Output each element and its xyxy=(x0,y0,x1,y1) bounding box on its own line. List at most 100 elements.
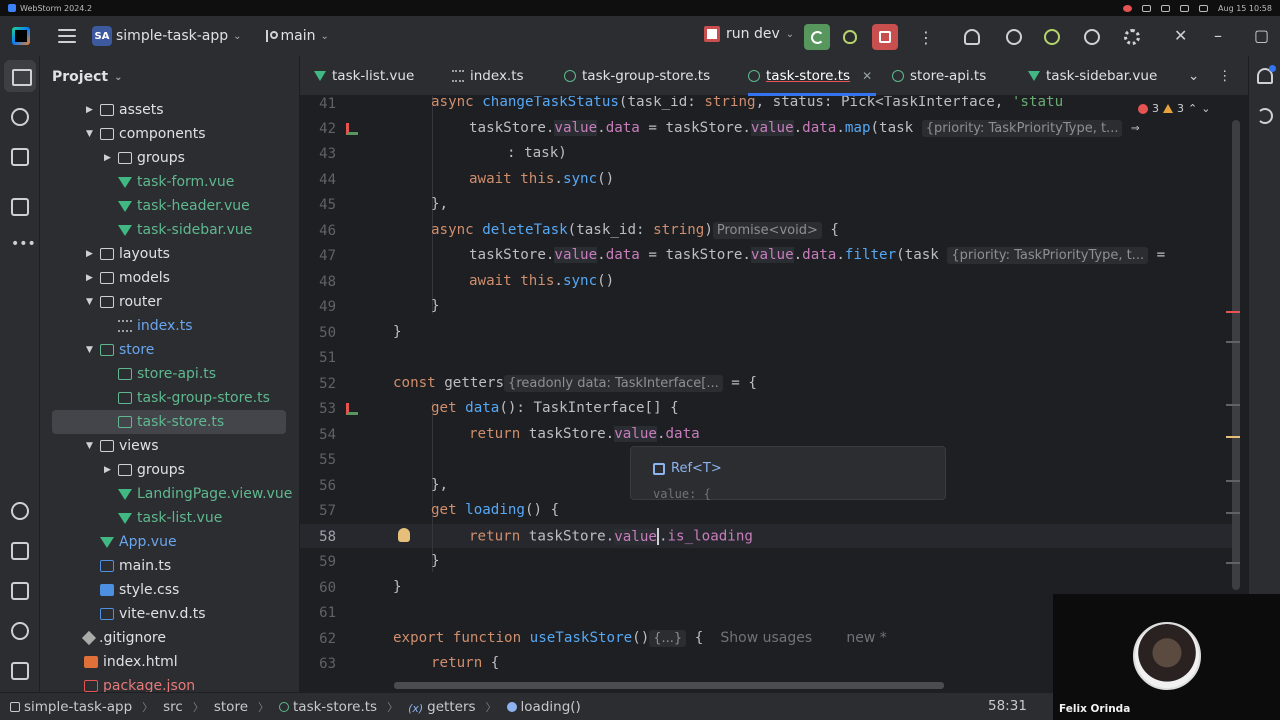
project-badge[interactable]: SA xyxy=(92,26,112,46)
breadcrumb-item[interactable]: loading() xyxy=(521,699,581,715)
tree-file[interactable]: package.json xyxy=(40,674,288,692)
tree-file[interactable]: main.ts xyxy=(40,554,288,578)
close-tab-icon[interactable]: ✕ xyxy=(862,69,872,83)
record-icon[interactable] xyxy=(1123,4,1133,12)
tab-index-ts[interactable]: index.ts xyxy=(452,56,524,96)
inlay-hint[interactable]: {readonly data: TaskInterface[... xyxy=(504,375,723,392)
expand-arrow-icon[interactable]: ▶ xyxy=(86,273,96,283)
inlay-hint[interactable]: {priority: TaskPriorityType, t... xyxy=(921,120,1123,137)
tab-store-api[interactable]: store-api.ts xyxy=(892,56,986,96)
more-actions-icon[interactable]: ⋮ xyxy=(918,28,934,47)
tree-file[interactable]: .gitignore xyxy=(40,626,288,650)
pull-requests-icon[interactable] xyxy=(11,148,29,166)
branch-switcher[interactable]: main ⌄ xyxy=(264,28,329,44)
tree-file[interactable]: LandingPage.view.vue xyxy=(40,482,292,506)
completion-item[interactable]: Ref<T> xyxy=(653,461,722,476)
expand-arrow-icon[interactable]: ▶ xyxy=(86,249,96,259)
close-window-icon[interactable]: ✕ xyxy=(1174,26,1187,45)
tree-file[interactable]: index.html xyxy=(40,650,288,674)
inlay-hint[interactable]: Promise<void> xyxy=(712,222,822,239)
collapse-arrow-icon[interactable]: ▼ xyxy=(86,297,96,307)
problems-icon[interactable] xyxy=(11,622,29,640)
hamburger-menu-icon[interactable] xyxy=(58,29,76,43)
code-with-me-icon[interactable] xyxy=(964,29,980,45)
more-tools-icon[interactable]: ••• xyxy=(11,236,36,252)
breadcrumb-item[interactable]: task-store.ts xyxy=(293,699,377,715)
tree-file[interactable]: task-header.vue xyxy=(40,194,288,218)
breadcrumb-item[interactable]: store xyxy=(214,699,248,715)
terminal-icon[interactable] xyxy=(11,582,29,600)
ai-chat-icon[interactable] xyxy=(1257,108,1273,124)
expand-arrow-icon[interactable]: ▶ xyxy=(104,153,114,163)
inlay-hint[interactable]: {priority: TaskPriorityType, t... xyxy=(947,247,1149,264)
run-config-selector[interactable]: run dev ⌄ xyxy=(704,26,794,42)
tree-file[interactable]: style.css xyxy=(40,578,288,602)
structure-icon[interactable] xyxy=(11,198,29,216)
cursor-position[interactable]: 58:31 xyxy=(988,698,1027,714)
tree-file[interactable]: vite-env.d.ts xyxy=(40,602,288,626)
git-icon[interactable] xyxy=(11,662,29,680)
services-icon[interactable] xyxy=(11,502,29,520)
search-icon[interactable] xyxy=(1084,29,1100,45)
monitor-icon[interactable] xyxy=(1142,4,1152,12)
project-switcher[interactable]: simple-task-app ⌄ xyxy=(116,28,242,44)
warning-stripe-mark[interactable] xyxy=(1226,436,1240,438)
tree-folder[interactable]: ▶ groups xyxy=(40,146,288,170)
ai-assistant-icon[interactable] xyxy=(1006,29,1022,45)
tree-folder[interactable]: ▼ router xyxy=(40,290,288,314)
project-panel-header[interactable]: Project ⌄ xyxy=(40,56,299,98)
tab-task-group-store[interactable]: task-group-store.ts xyxy=(564,56,710,96)
tabs-more-icon[interactable]: ⋮ xyxy=(1218,56,1232,96)
tree-folder[interactable]: ▼ views xyxy=(40,434,288,458)
breadcrumb-item[interactable]: simple-task-app xyxy=(24,699,132,715)
stripe-mark[interactable] xyxy=(1226,341,1240,343)
notifications-icon[interactable] xyxy=(1257,65,1276,84)
project-tool-icon[interactable] xyxy=(4,60,36,92)
debug-icon[interactable] xyxy=(843,30,857,44)
os-clock[interactable]: Aug 15 10:58 xyxy=(1218,4,1272,13)
tree-folder[interactable]: ▼ store xyxy=(40,338,288,362)
chevron-up-icon[interactable]: ⌃ xyxy=(1188,102,1197,115)
expand-arrow-icon[interactable]: ▶ xyxy=(104,465,114,475)
tree-file[interactable]: task-form.vue xyxy=(40,170,288,194)
inspection-widget[interactable]: 3 3 ⌃ ⌄ xyxy=(1138,102,1210,115)
show-usages-link[interactable]: Show usages xyxy=(720,630,812,646)
inlay-hint[interactable]: {...} xyxy=(649,630,687,647)
collapse-arrow-icon[interactable]: ▼ xyxy=(86,129,96,139)
tree-file[interactable]: store-api.ts xyxy=(40,362,288,386)
battery-icon[interactable] xyxy=(1199,4,1209,12)
collapse-arrow-icon[interactable]: ▼ xyxy=(86,441,96,451)
wifi-icon[interactable] xyxy=(1161,4,1171,12)
stripe-mark[interactable] xyxy=(1226,480,1240,482)
tree-folder[interactable]: ▼ components xyxy=(40,122,288,146)
tree-file[interactable]: task-list.vue xyxy=(40,506,288,530)
volume-icon[interactable] xyxy=(1180,4,1190,12)
stripe-mark[interactable] xyxy=(1226,562,1240,564)
tree-file[interactable]: task-sidebar.vue xyxy=(40,218,288,242)
collapse-arrow-icon[interactable]: ▼ xyxy=(86,345,96,355)
stripe-mark[interactable] xyxy=(1226,512,1240,514)
lightbulb-icon[interactable] xyxy=(398,528,410,542)
tree-file[interactable]: task-group-store.ts xyxy=(40,386,288,410)
tab-task-store[interactable]: task-store.ts ✕ xyxy=(748,56,877,96)
tab-task-sidebar-vue[interactable]: task-sidebar.vue xyxy=(1028,56,1157,96)
run-icon[interactable] xyxy=(11,542,29,560)
tree-file[interactable]: App.vue xyxy=(40,530,288,554)
chevron-down-icon[interactable]: ⌄ xyxy=(1201,102,1210,115)
plugin-icon[interactable] xyxy=(1044,29,1060,45)
completion-popup[interactable]: Ref<T> value: { xyxy=(630,446,946,501)
tree-file[interactable]: index.ts xyxy=(40,314,288,338)
implemented-marker-icon[interactable] xyxy=(346,403,358,415)
tree-folder[interactable]: ▶ layouts xyxy=(40,242,288,266)
editor-vertical-scrollbar[interactable] xyxy=(1232,120,1240,590)
editor-horizontal-scrollbar[interactable] xyxy=(394,682,944,689)
maximize-window-icon[interactable]: ▢ xyxy=(1254,26,1269,45)
tree-folder[interactable]: ▶ models xyxy=(40,266,288,290)
error-stripe-mark[interactable] xyxy=(1226,311,1240,313)
tree-folder[interactable]: ▶ groups xyxy=(40,458,288,482)
implemented-marker-icon[interactable] xyxy=(346,123,358,135)
minimize-window-icon[interactable]: – xyxy=(1214,26,1222,45)
breadcrumb-item[interactable]: src xyxy=(163,699,183,715)
tree-file-selected[interactable]: task-store.ts xyxy=(52,410,286,434)
gear-icon[interactable] xyxy=(1124,29,1140,45)
